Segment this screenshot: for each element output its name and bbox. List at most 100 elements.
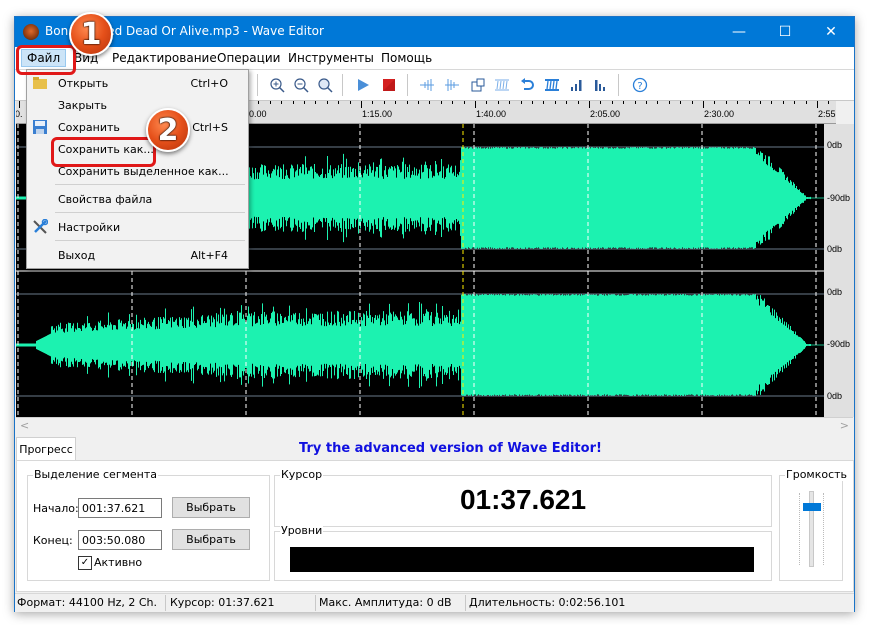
zoom-fit-icon[interactable]	[316, 76, 334, 94]
menu-item-file-properties[interactable]: Свойства файла	[27, 188, 248, 210]
ruler-tick	[406, 101, 408, 104]
volume-slider-thumb[interactable]	[803, 502, 821, 511]
db-label: 0db	[827, 391, 843, 401]
ruler-tick	[600, 101, 602, 104]
ruler-tick	[680, 101, 682, 104]
tab-progress[interactable]: Прогресс	[16, 437, 76, 460]
ruler-tick	[349, 101, 351, 104]
db-label: -90db	[827, 339, 851, 349]
ruler-tick	[794, 101, 796, 104]
undo-icon[interactable]	[518, 76, 536, 94]
ruler-label: 0.	[16, 109, 23, 119]
ruler-tick	[589, 101, 590, 108]
select-end-button[interactable]: Выбрать	[172, 529, 250, 550]
bottom-panel: Прогресс Try the advanced version of Wav…	[15, 435, 854, 593]
zoom-out-icon[interactable]	[292, 76, 310, 94]
title-bar[interactable]: Bon . . . nted Dead Or Alive.mp3 - Wave …	[15, 17, 854, 47]
segment-group-title: Выделение сегмента	[33, 468, 159, 481]
scroll-right-arrow-icon[interactable]: >	[840, 419, 849, 432]
status-separator	[165, 595, 166, 611]
db-label: 0db	[827, 140, 843, 150]
fade-out-icon[interactable]	[443, 76, 461, 94]
silence-icon[interactable]	[493, 76, 511, 94]
ruler-tick	[497, 101, 499, 104]
active-label: Активно	[94, 556, 143, 569]
stop-icon[interactable]	[380, 76, 398, 94]
menu-item-open[interactable]: Открыть Ctrl+O	[27, 72, 248, 94]
end-time-field[interactable]: 003:50.080	[78, 530, 162, 550]
menu-operations[interactable]: Операции	[212, 50, 285, 66]
menu-edit[interactable]: Редактирование	[107, 50, 222, 66]
ruler-label: 1:15.00	[362, 109, 393, 119]
ruler-tick	[760, 101, 761, 104]
cursor-time-display: 01:37.621	[459, 484, 587, 515]
menu-item-settings[interactable]: Настройки	[27, 216, 248, 238]
menu-separator	[55, 184, 245, 185]
help-icon[interactable]: ?	[631, 76, 649, 94]
file-menu-dropdown: Открыть Ctrl+O Закрыть Сохранить Ctrl+S …	[26, 69, 249, 269]
close-button[interactable]: ✕	[808, 17, 854, 47]
toolbar-separator	[342, 74, 343, 96]
ruler-tick	[372, 101, 374, 104]
end-label: Конец:	[33, 534, 73, 547]
ruler-tick	[737, 101, 739, 104]
menu-help[interactable]: Помощь	[376, 50, 437, 66]
menu-tools[interactable]: Инструменты	[283, 50, 379, 66]
ruler-tick	[668, 101, 670, 104]
segment-group: Выделение сегмента Начало: 001:37.621 Вы…	[27, 468, 270, 581]
start-time-field[interactable]: 001:37.621	[78, 498, 162, 518]
menu-separator	[55, 212, 245, 213]
app-logo-icon	[23, 24, 39, 40]
fade-in-icon[interactable]	[418, 76, 436, 94]
ruler-tick	[646, 101, 647, 104]
ruler-tick	[292, 101, 294, 104]
volume-group: Громкость	[779, 468, 849, 581]
ruler-tick	[258, 101, 260, 104]
ruler-tick	[304, 101, 305, 104]
play-icon[interactable]	[354, 76, 372, 94]
ruler-tick	[611, 101, 613, 104]
highlight-file-menu	[16, 45, 76, 75]
ruler-label: 2:55.00	[818, 109, 836, 119]
ruler-tick	[361, 101, 362, 108]
step-badge-2: 2	[146, 108, 190, 152]
volume-ticks-right	[823, 493, 826, 565]
volume-ticks-left	[799, 493, 802, 565]
amplify-down-icon[interactable]	[592, 76, 610, 94]
toolbar-separator	[257, 74, 258, 96]
horizontal-scrollbar[interactable]: < >	[16, 417, 853, 436]
ruler-label: 2:30.00	[704, 109, 735, 119]
ruler-tick	[452, 101, 454, 104]
ruler-tick	[509, 101, 511, 104]
menu-item-close[interactable]: Закрыть	[27, 94, 248, 116]
settings-tools-icon	[32, 218, 49, 235]
normalize-icon[interactable]	[543, 76, 561, 94]
promo-link[interactable]: Try the advanced version of Wave Editor!	[299, 441, 602, 456]
cursor-group: Курсор 01:37.621	[274, 468, 772, 527]
ruler-tick	[475, 101, 476, 108]
minimize-button[interactable]: —	[716, 17, 762, 47]
svg-text:?: ?	[637, 81, 642, 92]
folder-icon	[32, 75, 48, 91]
ruler-tick	[725, 101, 727, 104]
highlight-save-as	[51, 137, 156, 167]
select-start-button[interactable]: Выбрать	[172, 497, 250, 518]
amplify-up-icon[interactable]	[568, 76, 586, 94]
active-checkbox[interactable]: ✓	[78, 556, 92, 570]
menu-item-save[interactable]: Сохранить Ctrl+S	[27, 116, 248, 138]
ruler-tick	[338, 101, 340, 104]
ruler-tick	[771, 101, 773, 104]
ruler-tick	[748, 101, 750, 104]
crop-icon[interactable]	[469, 76, 487, 94]
ruler-tick	[463, 101, 465, 104]
zoom-in-icon[interactable]	[268, 76, 286, 94]
db-label: -90db	[827, 193, 851, 203]
ruler-tick	[486, 101, 488, 104]
maximize-button[interactable]: ☐	[762, 17, 808, 47]
ruler-tick	[657, 101, 659, 104]
menu-bar: Файл Вид Редактирование Операции Инструм…	[15, 47, 854, 70]
menu-item-exit[interactable]: Выход Alt+F4	[27, 244, 248, 266]
ruler-tick	[395, 101, 397, 104]
scroll-left-arrow-icon[interactable]: <	[20, 419, 29, 432]
ruler-tick	[326, 101, 328, 104]
